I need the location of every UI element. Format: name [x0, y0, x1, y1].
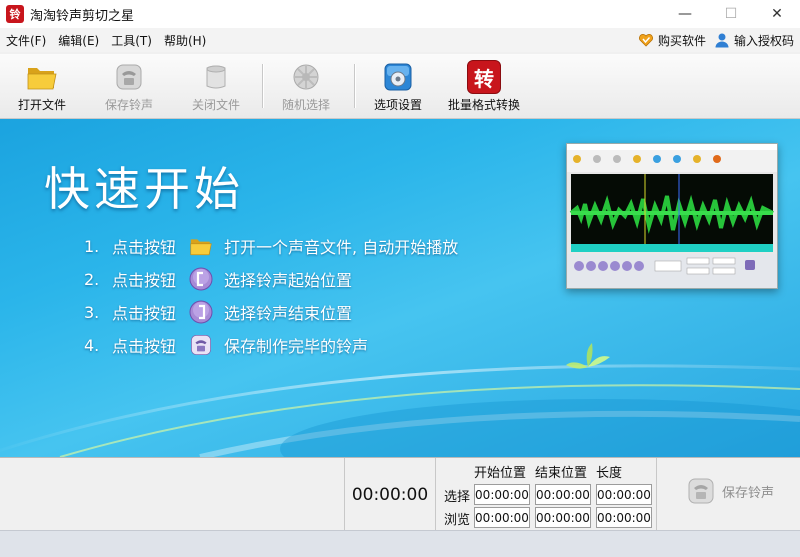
phone-icon [116, 64, 142, 90]
buy-software-link[interactable]: 购买软件 [638, 32, 706, 49]
row-label-select: 选择 [444, 490, 471, 505]
phone-icon [688, 478, 714, 504]
step-3: 3. 点击按钮 选择铃声结束位置 [84, 299, 352, 325]
minimize-icon: — [678, 6, 692, 22]
position-grid: 开始位置 结束位置 长度 选择 00:00:00 00:00:00 00:00:… [436, 458, 657, 531]
menu-right-actions: 购买软件 输入授权码 [638, 28, 794, 52]
toolbar-separator [354, 64, 356, 108]
minimize-button[interactable]: — [662, 0, 708, 28]
select-start-field[interactable]: 00:00:00 [474, 484, 530, 505]
maximize-icon: ☐ [724, 6, 738, 22]
window-controls: — ☐ ✕ [662, 0, 800, 28]
random-select-label: 随机选择 [282, 98, 331, 112]
header-length: 长度 [596, 466, 623, 481]
row-label-browse: 浏览 [444, 513, 471, 528]
phone-icon [188, 332, 214, 358]
title-bar: 铃 淘淘铃声剪切之星 — ☐ ✕ [0, 0, 800, 28]
step-number: 1. [84, 236, 100, 256]
waveform-preview-image [567, 144, 777, 288]
step-number: 2. [84, 269, 100, 289]
toolbar: 打开文件 保存铃声 关闭文件 随机选择 选项设置 转 批量格式转换 [0, 54, 800, 119]
options-label: 选项设置 [374, 98, 423, 112]
menu-help[interactable]: 帮助(H) [158, 32, 212, 49]
quick-start-banner: 快速开始 1. 点击按钮 打开一个声音文件, 自动开始播放 2. 点击按钮 选择… [0, 119, 800, 457]
close-icon: ✕ [771, 6, 783, 22]
close-button[interactable]: ✕ [754, 0, 800, 28]
save-ringtone-bottom-button[interactable]: 保存铃声 [686, 476, 774, 506]
menu-edit[interactable]: 编辑(E) [52, 32, 105, 49]
folder-icon [27, 68, 57, 90]
app-logo-icon: 铃 [6, 5, 24, 23]
batch-convert-label: 批量格式转换 [448, 98, 521, 112]
current-time-display: 00:00:00 [344, 458, 436, 531]
step-action: 点击按钮 [112, 238, 177, 257]
step-description: 选择铃声起始位置 [224, 271, 353, 290]
enter-license-label: 输入授权码 [733, 33, 794, 48]
menu-bar: 文件(F) 编辑(E) 工具(T) 帮助(H) 购买软件 输入授权码 [0, 28, 800, 52]
app-logo-char: 铃 [9, 8, 21, 21]
quick-start-title: 快速开始 [44, 162, 244, 216]
browse-start-field[interactable]: 00:00:00 [474, 507, 530, 528]
random-select-button[interactable]: 随机选择 [282, 60, 330, 114]
status-bar [0, 530, 800, 557]
close-file-icon [206, 65, 226, 89]
maximize-button[interactable]: ☐ [708, 0, 754, 28]
bottom-panel: 00:00:00 开始位置 结束位置 长度 选择 00:00:00 00:00:… [0, 457, 800, 531]
open-file-button[interactable]: 打开文件 [18, 60, 66, 114]
random-icon [293, 64, 319, 90]
batch-convert-icon: 转 [467, 60, 501, 94]
browse-end-field[interactable]: 00:00:00 [535, 507, 591, 528]
buy-software-label: 购买软件 [657, 33, 706, 48]
menu-tools[interactable]: 工具(T) [105, 32, 158, 49]
step-2: 2. 点击按钮 选择铃声起始位置 [84, 266, 352, 292]
batch-convert-icon-char: 转 [474, 66, 494, 91]
options-button[interactable]: 选项设置 [374, 60, 422, 114]
set-end-icon [188, 299, 214, 325]
save-ringtone-bottom-label: 保存铃声 [722, 485, 775, 501]
enter-license-link[interactable]: 输入授权码 [714, 32, 794, 49]
close-file-button[interactable]: 关闭文件 [192, 60, 240, 114]
app-preview-thumbnail [566, 143, 778, 289]
window-title: 淘淘铃声剪切之星 [30, 8, 135, 24]
menu-file[interactable]: 文件(F) [0, 32, 52, 49]
save-ringtone-button[interactable]: 保存铃声 [105, 60, 153, 114]
browse-length-field[interactable]: 00:00:00 [596, 507, 652, 528]
header-start-position: 开始位置 [474, 466, 527, 481]
settings-icon [384, 63, 412, 91]
user-icon [715, 33, 729, 48]
heart-icon [639, 34, 653, 47]
step-action: 点击按钮 [112, 337, 177, 356]
select-end-field[interactable]: 00:00:00 [535, 484, 591, 505]
save-ringtone-label: 保存铃声 [105, 98, 154, 112]
step-number: 4. [84, 335, 100, 355]
step-description: 选择铃声结束位置 [224, 304, 353, 323]
folder-icon [188, 233, 214, 259]
step-description: 打开一个声音文件, 自动开始播放 [224, 238, 459, 257]
step-number: 3. [84, 302, 100, 322]
batch-convert-button[interactable]: 转 批量格式转换 [448, 60, 520, 114]
step-action: 点击按钮 [112, 271, 177, 290]
set-start-icon [188, 266, 214, 292]
header-end-position: 结束位置 [535, 466, 588, 481]
step-action: 点击按钮 [112, 304, 177, 323]
open-file-label: 打开文件 [18, 98, 67, 112]
step-4: 4. 点击按钮 保存制作完毕的铃声 [84, 332, 368, 358]
close-file-label: 关闭文件 [192, 98, 241, 112]
select-length-field[interactable]: 00:00:00 [596, 484, 652, 505]
step-1: 1. 点击按钮 打开一个声音文件, 自动开始播放 [84, 233, 458, 259]
toolbar-separator [262, 64, 264, 108]
step-description: 保存制作完毕的铃声 [224, 337, 369, 356]
